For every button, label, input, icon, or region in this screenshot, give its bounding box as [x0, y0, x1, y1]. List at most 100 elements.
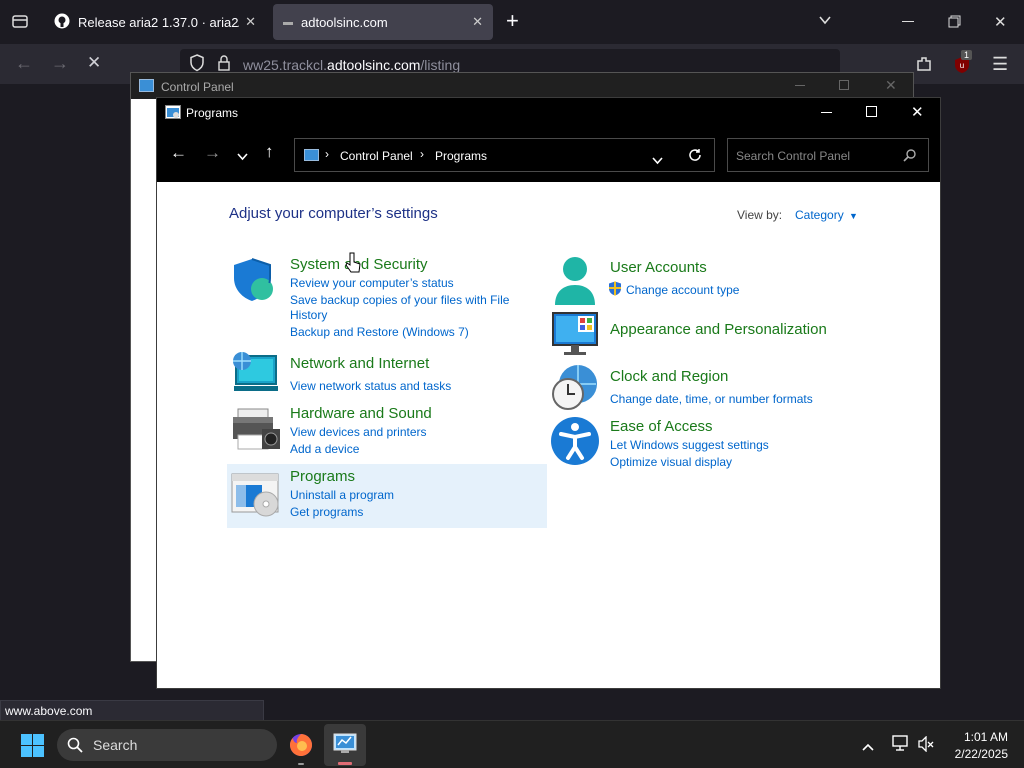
url-text[interactable]: ww25.trackcl.adtoolsinc.com/listing: [243, 57, 460, 73]
minimize-icon[interactable]: [821, 112, 832, 113]
search-icon: [67, 737, 83, 756]
control-panel-icon: [139, 79, 154, 92]
bg-maximize-icon[interactable]: [839, 80, 849, 90]
taskbar-search-box[interactable]: Search: [57, 729, 277, 761]
link-backup-and-restore[interactable]: Backup and Restore (Windows 7): [290, 325, 469, 339]
close-icon[interactable]: ✕: [911, 103, 924, 121]
dropdown-arrow-icon: ▼: [849, 211, 858, 221]
link-add-a-device[interactable]: Add a device: [290, 442, 359, 456]
close-icon[interactable]: ✕: [994, 13, 1007, 31]
link-let-windows-suggest-settings[interactable]: Let Windows suggest settings: [610, 438, 769, 452]
tab-close-icon[interactable]: ✕: [472, 14, 483, 30]
tab-list-icon[interactable]: [11, 12, 29, 30]
programs-window[interactable]: Programs ✕ ← → ↑ › Control Panel › Progr…: [156, 97, 941, 689]
link-change-date-time-formats[interactable]: Change date, time, or number formats: [610, 392, 813, 406]
category-appearance-and-personalization[interactable]: Appearance and Personalization: [610, 321, 827, 338]
extensions-icon[interactable]: [915, 55, 933, 78]
view-by-dropdown[interactable]: Category ▼: [795, 208, 858, 222]
page-icon: ▬: [283, 16, 293, 28]
url-prefix: ww25.trackcl.: [243, 57, 328, 73]
breadcrumb-separator: ›: [420, 147, 424, 161]
search-control-panel-field[interactable]: Search Control Panel: [727, 138, 929, 172]
window-title: Programs: [186, 106, 239, 120]
shield-icon[interactable]: [230, 255, 280, 305]
github-icon: [54, 13, 70, 32]
uac-shield-icon: [608, 281, 622, 301]
browser-tab-bar: Release aria2 1.37.0 · aria2/aria2 ✕ ▬ a…: [0, 0, 1024, 44]
address-box[interactable]: › Control Panel › Programs: [294, 138, 715, 172]
bg-window-titlebar[interactable]: Control Panel ✕: [131, 73, 913, 99]
link-get-programs[interactable]: Get programs: [290, 505, 363, 519]
up-icon[interactable]: ↑: [265, 142, 274, 162]
taskbar-clock-time[interactable]: 1:01 AM: [952, 730, 1008, 744]
link-change-account-type[interactable]: Change account type: [626, 283, 739, 297]
url-path: /listing: [420, 57, 461, 73]
category-clock-and-region[interactable]: Clock and Region: [610, 368, 728, 385]
category-ease-of-access[interactable]: Ease of Access: [610, 418, 713, 435]
bg-window-side: [131, 99, 157, 661]
minimize-icon[interactable]: [902, 21, 914, 22]
tab-adtoolsinc[interactable]: ▬ adtoolsinc.com ✕: [273, 4, 493, 40]
active-window-indicator: [338, 762, 352, 765]
forward-icon[interactable]: →: [204, 143, 221, 163]
volume-muted-icon[interactable]: [918, 735, 934, 757]
taskbar: Search 1:01 AM 2/22/2025: [0, 720, 1024, 768]
link-view-network-status[interactable]: View network status and tasks: [290, 379, 451, 393]
svg-text:u: u: [960, 61, 964, 70]
window-titlebar[interactable]: Programs ✕: [157, 98, 940, 128]
show-hidden-icons-chevron[interactable]: [862, 738, 874, 756]
address-dropdown-chevron-icon[interactable]: [652, 152, 663, 170]
programs-icon[interactable]: [230, 470, 280, 520]
tab-aria2-release[interactable]: Release aria2 1.37.0 · aria2/aria2 ✕: [44, 4, 266, 40]
view-by-label: View by:: [737, 208, 783, 222]
category-user-accounts[interactable]: User Accounts: [610, 259, 707, 276]
extension-badge: 1: [961, 50, 973, 60]
breadcrumb-separator: ›: [325, 147, 329, 161]
category-hardware-and-sound[interactable]: Hardware and Sound: [290, 405, 432, 422]
tab-close-icon[interactable]: ✕: [245, 14, 256, 30]
forward-icon[interactable]: →: [51, 53, 69, 74]
ease-of-access-icon[interactable]: [550, 416, 600, 466]
windows-start-icon[interactable]: [21, 734, 44, 762]
link-optimize-visual-display[interactable]: Optimize visual display: [610, 455, 732, 469]
link-file-history[interactable]: History: [290, 308, 327, 322]
user-accounts-icon[interactable]: [550, 255, 600, 305]
network-globe-icon[interactable]: [230, 350, 280, 400]
clock-globe-icon[interactable]: [550, 364, 600, 414]
link-uninstall-a-program[interactable]: Uninstall a program: [290, 488, 394, 502]
taskbar-clock-date[interactable]: 2/22/2025: [940, 747, 1008, 761]
category-network-and-internet[interactable]: Network and Internet: [290, 355, 429, 372]
back-icon[interactable]: ←: [15, 53, 33, 74]
tab-label: Release aria2 1.37.0 · aria2/aria2: [78, 14, 239, 30]
back-icon[interactable]: ←: [170, 143, 187, 163]
search-control-panel-placeholder: Search Control Panel: [736, 149, 851, 163]
link-review-computer-status[interactable]: Review your computer’s status: [290, 276, 454, 290]
firefox-running-indicator: [298, 763, 304, 765]
url-domain: adtoolsinc.com: [327, 57, 421, 73]
new-tab-button[interactable]: +: [506, 8, 519, 34]
address-bar-row: ← → ↑ › Control Panel › Programs Search …: [157, 128, 940, 182]
control-panel-icon: [304, 149, 319, 161]
chevron-down-icon[interactable]: [817, 12, 833, 33]
link-save-backup-copies[interactable]: Save backup copies of your files with Fi…: [290, 293, 509, 307]
link-view-devices-and-printers[interactable]: View devices and printers: [290, 425, 427, 439]
page-title: Adjust your computer’s settings: [229, 205, 438, 222]
bg-close-icon[interactable]: ✕: [885, 77, 897, 94]
mouse-cursor-icon: [345, 252, 361, 279]
menu-icon[interactable]: ☰: [992, 54, 1008, 75]
firefox-taskbar-icon[interactable]: [288, 732, 314, 763]
breadcrumb-control-panel[interactable]: Control Panel: [340, 149, 413, 163]
stop-icon[interactable]: ✕: [87, 53, 101, 73]
breadcrumb-programs[interactable]: Programs: [435, 149, 487, 163]
control-panel-taskbar-button[interactable]: [324, 724, 366, 766]
refresh-icon[interactable]: [688, 148, 702, 167]
network-status-icon[interactable]: [892, 735, 910, 756]
appearance-monitor-icon[interactable]: [550, 310, 600, 360]
bg-minimize-icon[interactable]: [795, 85, 805, 86]
recent-locations-chevron-icon[interactable]: [237, 148, 248, 165]
restore-icon[interactable]: [948, 15, 961, 33]
category-programs[interactable]: Programs: [290, 468, 355, 485]
search-icon[interactable]: [903, 148, 917, 167]
maximize-icon[interactable]: [866, 106, 877, 117]
printer-icon[interactable]: [230, 407, 280, 457]
